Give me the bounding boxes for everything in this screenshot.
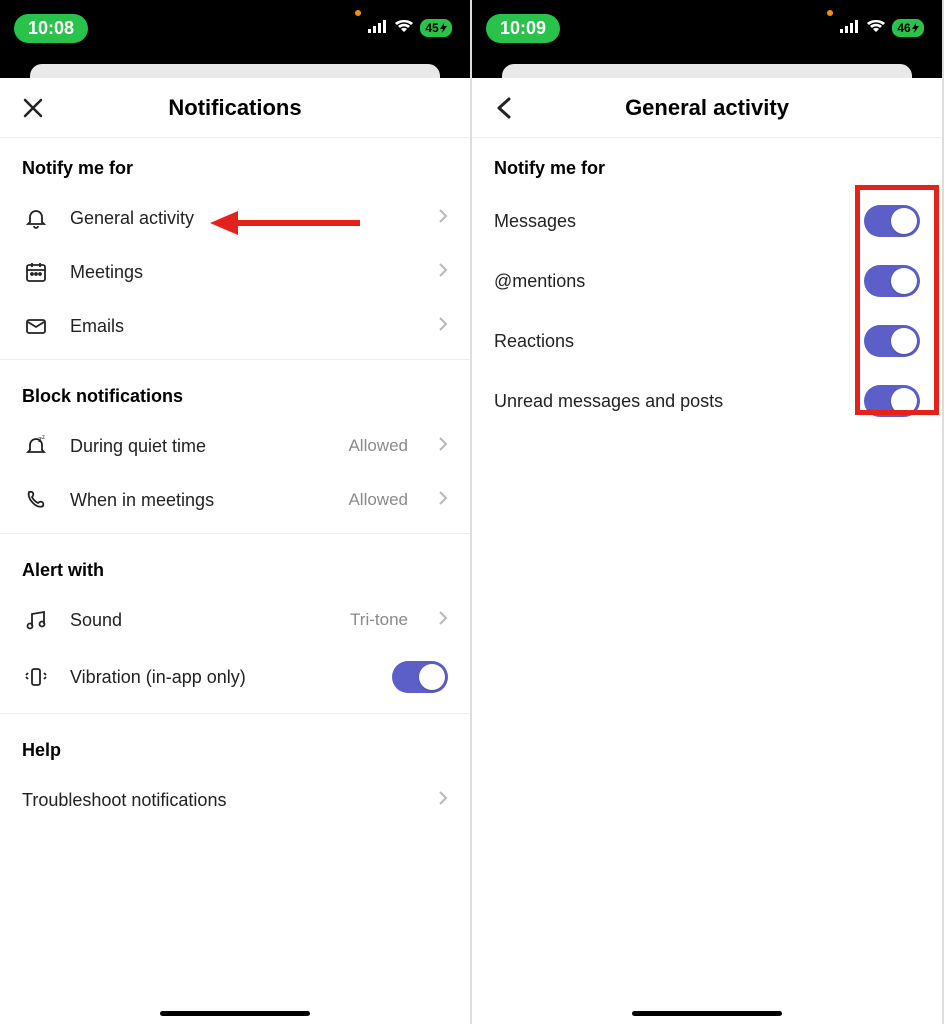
cellular-icon [840, 19, 860, 38]
row-value: Tri-tone [350, 610, 408, 630]
reactions-toggle[interactable] [864, 325, 920, 357]
status-bar: 10:08 45 [0, 0, 470, 56]
section-header-notify: Notify me for [0, 138, 470, 191]
status-icons: 46 [840, 19, 924, 38]
row-label: Reactions [494, 331, 574, 352]
wifi-icon [394, 19, 414, 38]
sheet: Notifications Notify me for General acti… [0, 78, 470, 1024]
home-indicator[interactable] [160, 1011, 310, 1016]
row-label: When in meetings [70, 490, 328, 511]
close-button[interactable] [16, 91, 50, 125]
mail-icon [22, 314, 50, 338]
row-troubleshoot[interactable]: Troubleshoot notifications [0, 773, 470, 827]
unread-toggle[interactable] [864, 385, 920, 417]
section-header-help: Help [0, 720, 470, 773]
recording-indicator-icon [827, 10, 833, 16]
chevron-right-icon [438, 208, 448, 229]
sheet-grabber [472, 56, 942, 78]
status-time: 10:09 [486, 14, 560, 43]
phone-icon [22, 488, 50, 512]
row-label: Troubleshoot notifications [22, 790, 418, 811]
row-label: Vibration (in-app only) [70, 667, 372, 688]
chevron-right-icon [438, 262, 448, 283]
close-icon [22, 97, 44, 119]
row-unread[interactable]: Unread messages and posts [472, 371, 942, 431]
cellular-icon [368, 19, 388, 38]
row-messages[interactable]: Messages [472, 191, 942, 251]
row-label: Emails [70, 316, 418, 337]
row-in-meetings[interactable]: When in meetings Allowed [0, 473, 470, 527]
chevron-left-icon [495, 97, 515, 119]
sheet: General activity Notify me for Messages … [472, 78, 942, 1024]
back-button[interactable] [488, 91, 522, 125]
home-indicator[interactable] [632, 1011, 782, 1016]
chevron-right-icon [438, 790, 448, 811]
nav-bar: General activity [472, 78, 942, 138]
row-label: Unread messages and posts [494, 391, 723, 412]
chevron-right-icon [438, 490, 448, 511]
divider [0, 533, 470, 534]
row-sound[interactable]: Sound Tri-tone [0, 593, 470, 647]
row-label: General activity [70, 208, 418, 229]
divider [0, 713, 470, 714]
sheet-grabber [0, 56, 470, 78]
row-label: Sound [70, 610, 330, 631]
page-title: General activity [625, 95, 789, 121]
vibration-toggle[interactable] [392, 661, 448, 693]
recording-indicator-icon [355, 10, 361, 16]
mentions-toggle[interactable] [864, 265, 920, 297]
wifi-icon [866, 19, 886, 38]
phone-left: 10:08 45 Notifications Notify me for Gen… [0, 0, 472, 1024]
status-icons: 45 [368, 19, 452, 38]
chevron-right-icon [438, 610, 448, 631]
row-label: During quiet time [70, 436, 328, 457]
calendar-icon [22, 260, 50, 284]
row-vibration[interactable]: Vibration (in-app only) [0, 647, 470, 707]
divider [0, 359, 470, 360]
row-reactions[interactable]: Reactions [472, 311, 942, 371]
chevron-right-icon [438, 316, 448, 337]
row-meetings[interactable]: Meetings [0, 245, 470, 299]
row-emails[interactable]: Emails [0, 299, 470, 353]
battery-icon: 46 [892, 19, 924, 37]
row-value: Allowed [348, 490, 408, 510]
row-label: Meetings [70, 262, 418, 283]
vibration-icon [22, 665, 50, 689]
status-bar: 10:09 46 [472, 0, 942, 56]
phone-right: 10:09 46 General activity Notify me for … [472, 0, 944, 1024]
row-value: Allowed [348, 436, 408, 456]
bell-icon [22, 206, 50, 230]
row-quiet-time[interactable]: zz During quiet time Allowed [0, 419, 470, 473]
row-mentions[interactable]: @mentions [472, 251, 942, 311]
row-label: @mentions [494, 271, 585, 292]
status-time: 10:08 [14, 14, 88, 43]
section-header-block: Block notifications [0, 366, 470, 419]
nav-bar: Notifications [0, 78, 470, 138]
row-label: Messages [494, 211, 576, 232]
quiet-time-icon: zz [22, 434, 50, 458]
messages-toggle[interactable] [864, 205, 920, 237]
page-title: Notifications [168, 95, 301, 121]
svg-text:z: z [42, 435, 45, 441]
chevron-right-icon [438, 436, 448, 457]
row-general-activity[interactable]: General activity [0, 191, 470, 245]
section-header-notify: Notify me for [472, 138, 942, 191]
battery-icon: 45 [420, 19, 452, 37]
section-header-alert: Alert with [0, 540, 470, 593]
music-icon [22, 608, 50, 632]
